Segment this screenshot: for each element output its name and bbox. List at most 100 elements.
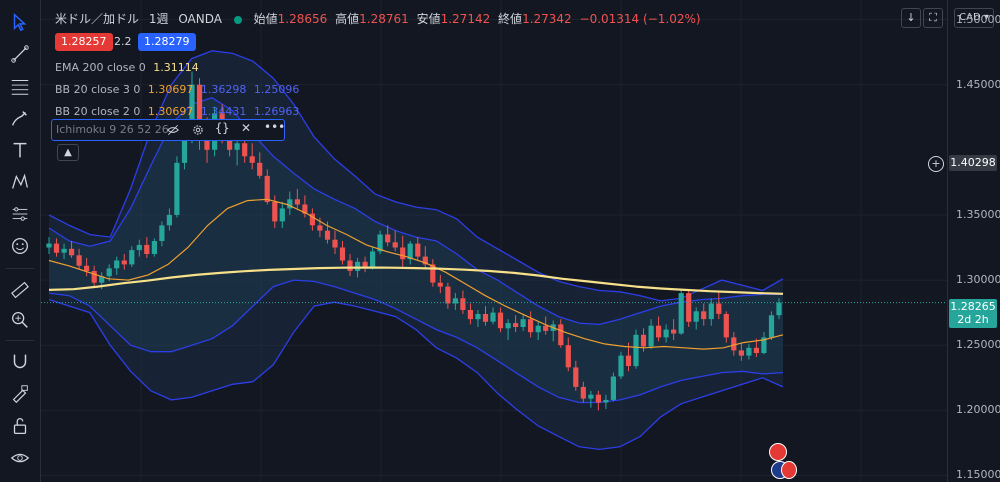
settings-gear-icon[interactable]: [191, 122, 205, 141]
candle-body: [174, 162, 180, 215]
price-tick-label: 1.35000: [956, 207, 1000, 221]
candle-body: [648, 325, 654, 347]
candle-body: [731, 337, 737, 351]
candle-body: [633, 334, 639, 367]
price-axis[interactable]: 1.50000 1.45000 1.35000 1.30000 1.25000 1.200…: [947, 0, 1000, 482]
candle-body: [768, 315, 775, 338]
candle-body: [738, 350, 744, 356]
canada-event-flag-icon[interactable]: [769, 443, 787, 461]
candle-body: [490, 312, 496, 322]
lock-icon[interactable]: [8, 414, 32, 438]
bb3-mid: 1.30697: [147, 83, 194, 96]
close-label: 終値: [498, 12, 523, 26]
interval-label: 1週: [148, 12, 169, 26]
crosshair-price-label: 1.40298: [949, 155, 997, 171]
candle-body: [573, 367, 579, 387]
price-tick-label: 1.30000: [956, 273, 1000, 287]
candle-body: [84, 265, 90, 271]
candle-body: [528, 319, 534, 333]
candle-body: [535, 325, 541, 333]
hide-eye-icon[interactable]: [166, 122, 180, 141]
more-options-icon[interactable]: •••: [264, 120, 285, 134]
bb3-lower: 1.25096: [253, 83, 300, 96]
candle-body: [505, 323, 511, 329]
legend-ichimoku[interactable]: Ichimoku 9 26 52 26 {} ✕ •••: [51, 119, 285, 141]
ruler-icon[interactable]: [8, 278, 32, 302]
candle-body: [663, 329, 669, 338]
legend-ema[interactable]: EMA 200 close 0 1.31114: [55, 61, 199, 74]
download-arrow-icon[interactable]: ↓: [901, 8, 921, 28]
price-tick-label: 1.15000: [956, 468, 1000, 482]
pattern-icon[interactable]: [8, 170, 32, 194]
candle-body: [370, 251, 376, 269]
symbol-name[interactable]: 米ドル／加ドル: [55, 12, 139, 26]
last-price-value: 1.28265: [950, 300, 996, 313]
candle-body: [693, 311, 699, 322]
candle-body: [671, 329, 677, 334]
candle-body: [324, 230, 331, 240]
brush-icon[interactable]: [8, 106, 32, 130]
candle-body: [437, 282, 443, 287]
bb2-lower: 1.26963: [253, 105, 300, 118]
candle-body: [716, 303, 722, 314]
candle-body: [445, 286, 451, 304]
change-value: −0.01314 (−1.02%): [579, 12, 701, 26]
candle-body: [136, 244, 142, 251]
sell-button[interactable]: 1.28257: [55, 33, 113, 51]
price-tick-label: 1.50000: [956, 12, 1000, 26]
zoom-icon[interactable]: [8, 308, 32, 332]
drawing-toolbar: [0, 0, 41, 482]
eye-icon[interactable]: [8, 446, 32, 470]
legend-bb2[interactable]: BB 20 close 2 0 1.30697 1.34431 1.26963: [55, 105, 299, 118]
legend-bb3[interactable]: BB 20 close 3 0 1.30697 1.36298 1.25096: [55, 83, 299, 96]
candle-body: [520, 319, 526, 327]
candle-body: [753, 347, 759, 353]
candle-body: [467, 310, 473, 320]
bb3-name: BB 20 close 3 0: [55, 83, 141, 96]
candle-body: [513, 323, 519, 327]
cursor-icon[interactable]: [8, 10, 32, 34]
price-tick-label: 1.20000: [956, 403, 1000, 417]
candle-body: [558, 324, 564, 346]
candle-body: [339, 247, 346, 261]
trendline-icon[interactable]: [8, 42, 32, 66]
candle-body: [708, 303, 714, 320]
candle-body: [776, 302, 782, 316]
candle-body: [475, 314, 481, 320]
buy-button[interactable]: 1.28279: [138, 33, 196, 51]
fullscreen-icon[interactable]: ⛶: [923, 8, 943, 28]
candle-body: [53, 243, 60, 253]
candle-body: [625, 355, 632, 366]
lock-draw-icon[interactable]: [8, 382, 32, 406]
source-code-icon[interactable]: {}: [215, 121, 229, 135]
low-label: 安値: [416, 12, 441, 26]
price-tick-label: 1.25000: [956, 338, 1000, 352]
candle-body: [603, 399, 609, 403]
remove-close-icon[interactable]: ✕: [241, 121, 251, 135]
candle-body: [159, 225, 165, 241]
candle-body: [460, 298, 466, 310]
text-icon[interactable]: [8, 138, 32, 162]
event-flag-overlap-icon[interactable]: [781, 461, 797, 479]
emoji-icon[interactable]: [8, 234, 32, 258]
close-value: 1.27342: [522, 12, 572, 26]
candle-body: [686, 293, 692, 322]
fib-icon[interactable]: [8, 74, 32, 98]
candle-body: [595, 394, 601, 403]
candle-body: [588, 394, 594, 399]
candle-body: [640, 334, 647, 347]
prediction-icon[interactable]: [8, 202, 32, 226]
magnet-icon[interactable]: [8, 350, 32, 374]
spread-label: 2.2: [114, 35, 132, 48]
collapse-legend-chevron-up-icon[interactable]: ▲: [57, 144, 79, 161]
high-label: 高値: [335, 12, 360, 26]
candle-body: [91, 271, 97, 283]
candle-body: [151, 241, 157, 254]
candle-body: [144, 244, 150, 254]
candle-body: [565, 345, 571, 368]
candle-body: [69, 248, 75, 256]
ichimoku-name: Ichimoku 9 26 52 26: [56, 123, 169, 136]
candle-body: [106, 268, 112, 277]
add-alert-plus-icon[interactable]: +: [928, 156, 944, 172]
candle-body: [723, 314, 729, 338]
